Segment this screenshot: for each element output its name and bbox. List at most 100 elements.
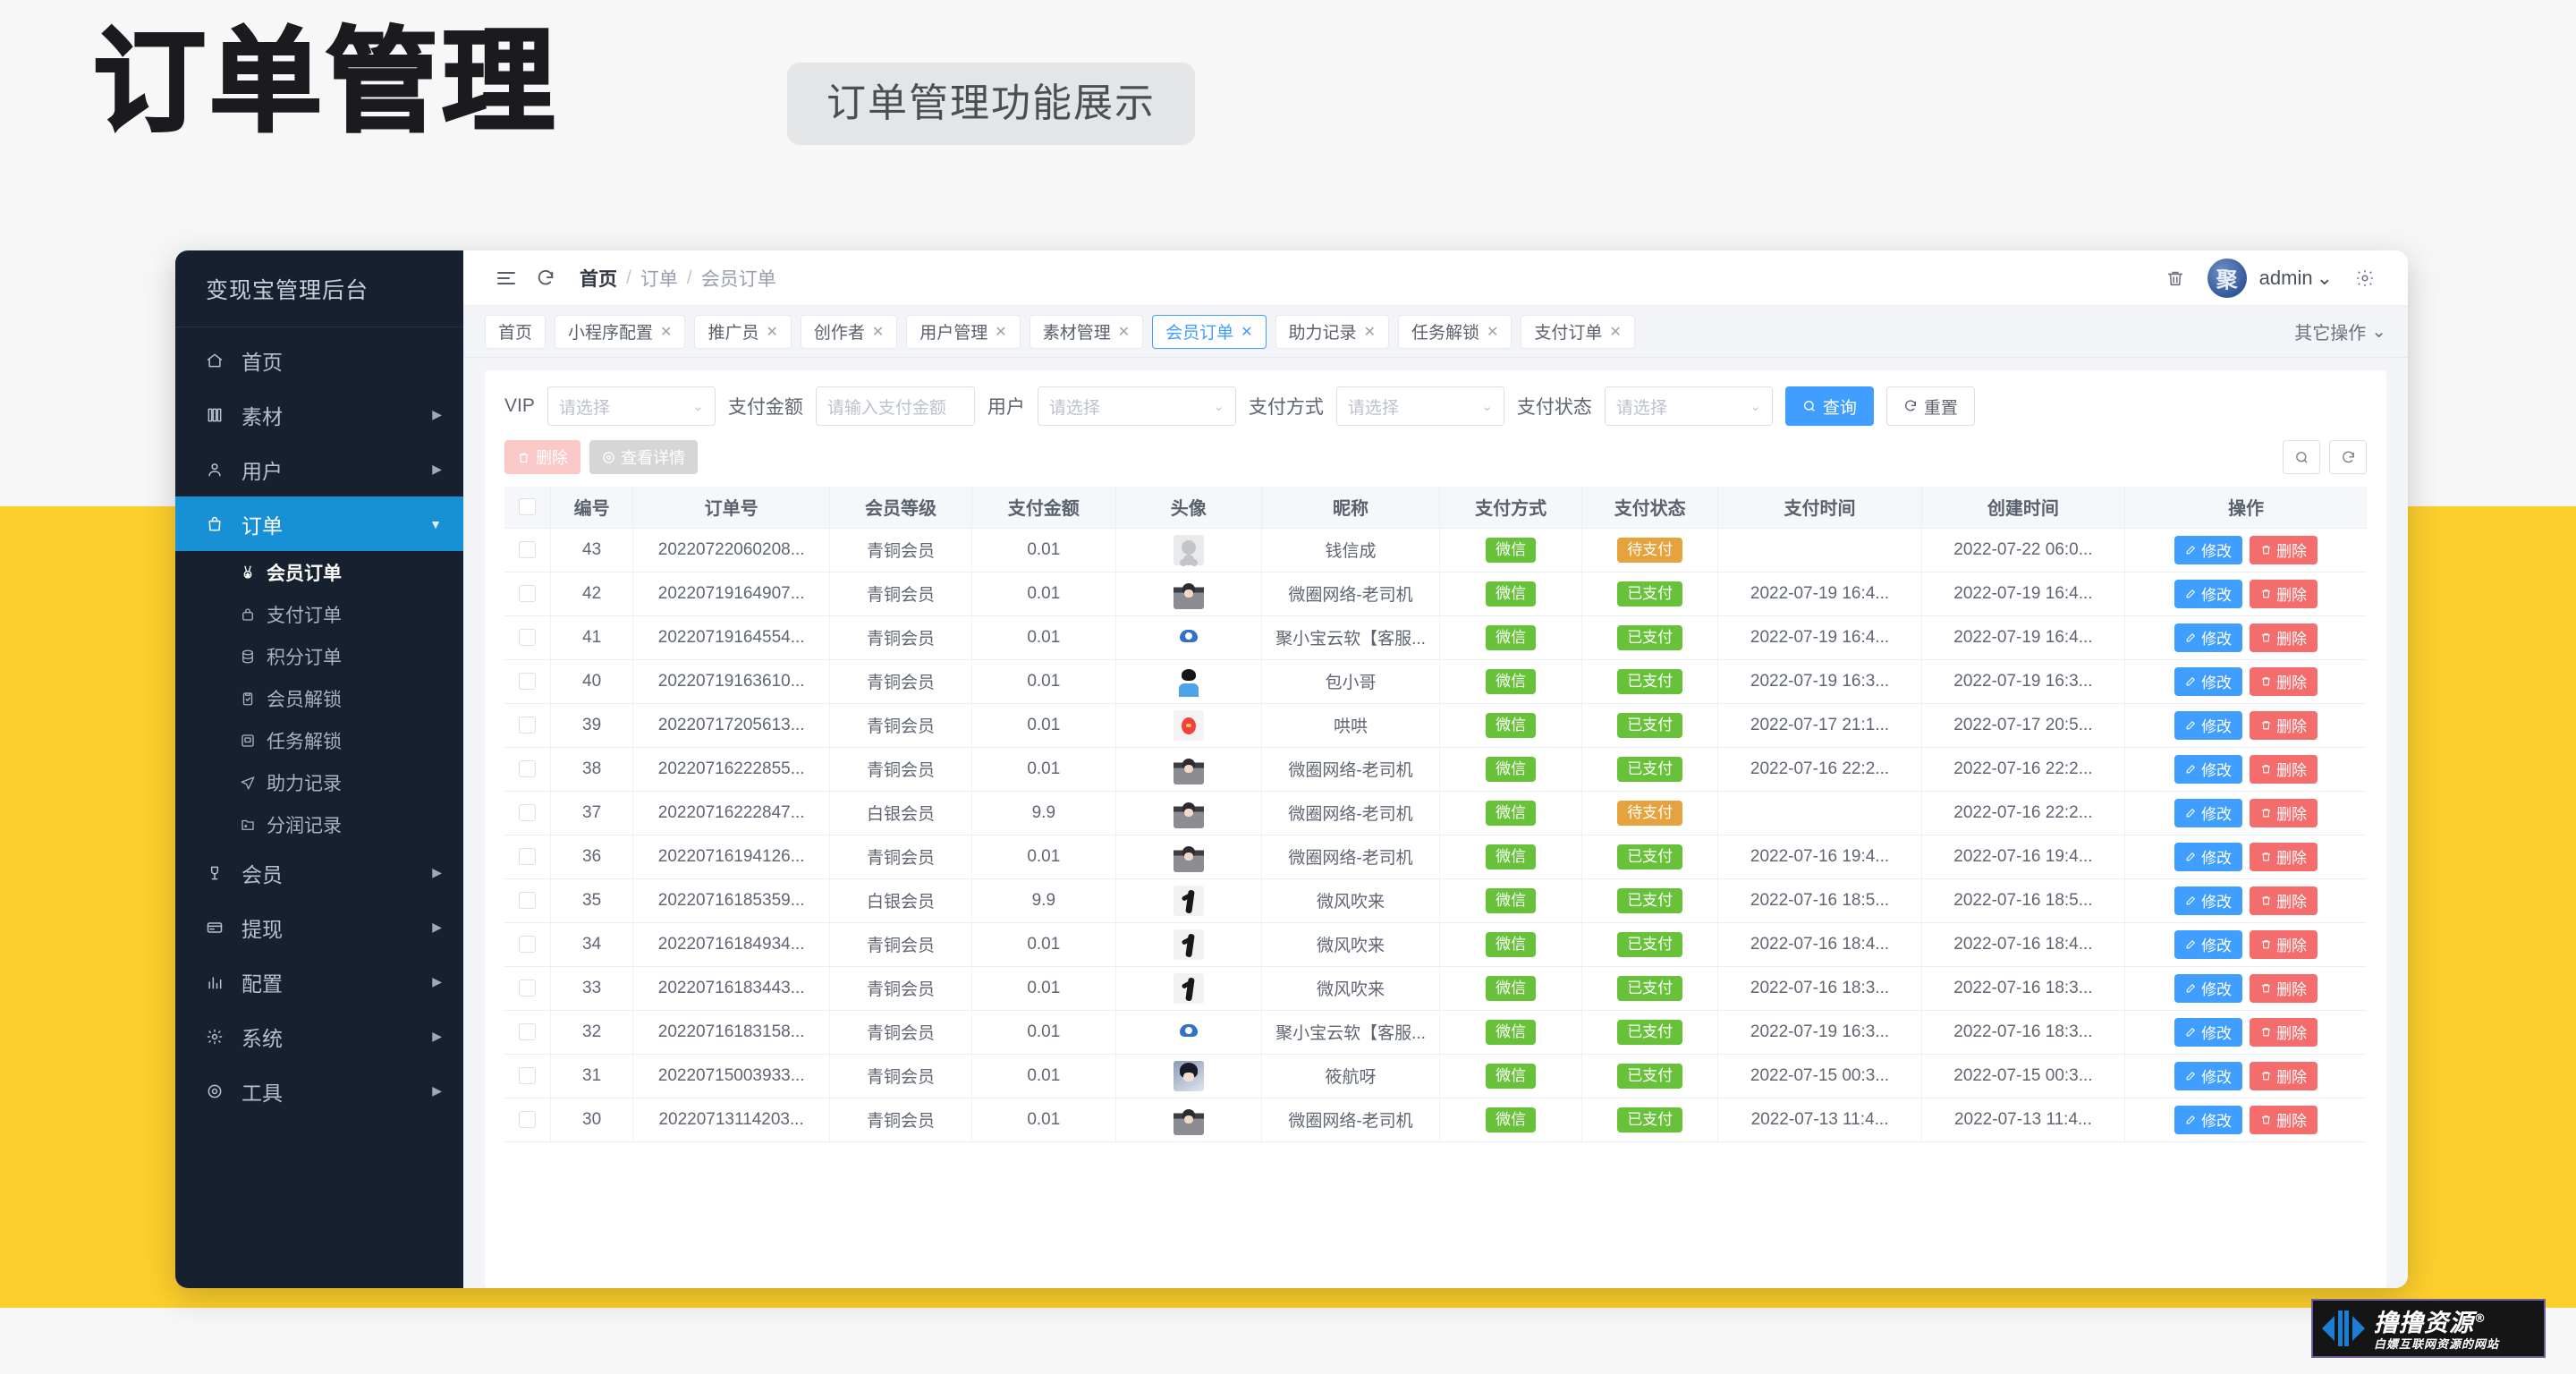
sidebar-subitem-6[interactable]: 分润记录 bbox=[175, 803, 463, 845]
tab-more-menu[interactable]: 其它操作 ⌄ bbox=[2294, 318, 2386, 344]
sidebar-subitem-2[interactable]: 积分订单 bbox=[175, 635, 463, 677]
sidebar-item-2[interactable]: 用户 ▶ bbox=[175, 442, 463, 496]
row-checkbox[interactable] bbox=[518, 672, 536, 690]
close-icon[interactable]: ✕ bbox=[872, 323, 884, 341]
refresh-icon[interactable] bbox=[526, 259, 565, 298]
tab-3[interactable]: 创作者 ✕ bbox=[800, 314, 898, 349]
table-row[interactable]: 33 20220716183443... 青铜会员 0.01 微风吹来 微信 已支付 2022… bbox=[504, 966, 2367, 1011]
row-checkbox-cell[interactable] bbox=[504, 835, 551, 879]
table-row[interactable]: 35 20220716185359... 白银会员 9.9 微风吹来 微信 已支付 2022-… bbox=[504, 878, 2367, 923]
close-icon[interactable]: ✕ bbox=[1364, 323, 1376, 341]
delete-button[interactable]: 删除 bbox=[2250, 535, 2318, 564]
tab-8[interactable]: 任务解锁 ✕ bbox=[1397, 314, 1513, 349]
hamburger-icon[interactable] bbox=[487, 259, 526, 298]
row-checkbox[interactable] bbox=[518, 584, 536, 602]
row-checkbox[interactable] bbox=[518, 716, 536, 734]
row-checkbox-cell[interactable] bbox=[504, 878, 551, 923]
row-checkbox[interactable] bbox=[518, 979, 536, 997]
tab-2[interactable]: 推广员 ✕ bbox=[694, 314, 792, 349]
edit-button[interactable]: 修改 bbox=[2174, 1017, 2243, 1047]
admin-menu[interactable]: admin ⌄ bbox=[2259, 267, 2333, 290]
breadcrumb-item-1[interactable]: 订单 bbox=[640, 265, 678, 292]
breadcrumb-item-2[interactable]: 会员订单 bbox=[701, 265, 776, 292]
table-row[interactable]: 40 20220719163610... 青铜会员 0.01 包小哥 微信 已支付 2022-… bbox=[504, 659, 2367, 704]
order-table-wrap[interactable]: 编号 订单号 会员等级 支付金额 头像 昵称 支付方式 支付状态 支付时间 创建时间 操作 43 20… bbox=[485, 487, 2386, 1288]
row-checkbox[interactable] bbox=[518, 540, 536, 558]
row-checkbox-cell[interactable] bbox=[504, 747, 551, 792]
edit-button[interactable]: 修改 bbox=[2174, 886, 2243, 915]
sidebar-subitem-4[interactable]: 任务解锁 bbox=[175, 719, 463, 761]
tab-1[interactable]: 小程序配置 ✕ bbox=[555, 314, 686, 349]
delete-button[interactable]: 删除 bbox=[2250, 710, 2318, 740]
row-checkbox-cell[interactable] bbox=[504, 966, 551, 1011]
bulk-delete-button[interactable]: 删除 bbox=[504, 440, 580, 474]
row-checkbox[interactable] bbox=[518, 935, 536, 953]
close-icon[interactable]: ✕ bbox=[660, 323, 672, 341]
close-icon[interactable]: ✕ bbox=[1241, 323, 1252, 341]
row-checkbox-cell[interactable] bbox=[504, 572, 551, 616]
sidebar-item-b1[interactable]: 提现 ▶ bbox=[175, 900, 463, 954]
sidebar-subitem-1[interactable]: 支付订单 bbox=[175, 593, 463, 635]
refresh-table-icon[interactable] bbox=[2329, 440, 2367, 474]
delete-button[interactable]: 删除 bbox=[2250, 798, 2318, 827]
row-checkbox-cell[interactable] bbox=[504, 1054, 551, 1098]
delete-button[interactable]: 删除 bbox=[2250, 973, 2318, 1003]
tab-0[interactable]: 首页 bbox=[485, 314, 547, 349]
edit-button[interactable]: 修改 bbox=[2174, 623, 2243, 652]
table-row[interactable]: 36 20220716194126... 青铜会员 0.01 微圈网络-老司机 微信 已支付… bbox=[504, 835, 2367, 879]
tab-4[interactable]: 用户管理 ✕ bbox=[906, 314, 1021, 349]
table-row[interactable]: 37 20220716222847... 白银会员 9.9 微圈网络-老司机 微信 待支付 2… bbox=[504, 791, 2367, 835]
edit-button[interactable]: 修改 bbox=[2174, 535, 2243, 564]
edit-button[interactable]: 修改 bbox=[2174, 929, 2243, 959]
close-icon[interactable]: ✕ bbox=[995, 323, 1006, 341]
filter-select-4[interactable]: 请选择 ⌄ bbox=[1604, 386, 1773, 426]
delete-button[interactable]: 删除 bbox=[2250, 579, 2318, 608]
close-icon[interactable]: ✕ bbox=[766, 323, 777, 341]
row-checkbox[interactable] bbox=[518, 759, 536, 777]
table-row[interactable]: 30 20220713114203... 青铜会员 0.01 微圈网络-老司机 微信 已支付… bbox=[504, 1098, 2367, 1142]
row-checkbox[interactable] bbox=[518, 847, 536, 865]
row-checkbox-cell[interactable] bbox=[504, 615, 551, 660]
delete-button[interactable]: 删除 bbox=[2250, 1017, 2318, 1047]
sidebar-subitem-0[interactable]: 会员订单 bbox=[175, 551, 463, 593]
filter-select-3[interactable]: 请选择 ⌄ bbox=[1335, 386, 1504, 426]
sidebar-item-1[interactable]: 素材 ▶ bbox=[175, 387, 463, 442]
edit-button[interactable]: 修改 bbox=[2174, 1105, 2243, 1134]
edit-button[interactable]: 修改 bbox=[2174, 666, 2243, 696]
search-button[interactable]: 查询 bbox=[1784, 386, 1874, 426]
sidebar-subitem-5[interactable]: 助力记录 bbox=[175, 761, 463, 803]
row-checkbox[interactable] bbox=[518, 1022, 536, 1040]
delete-button[interactable]: 删除 bbox=[2250, 842, 2318, 871]
table-row[interactable]: 43 20220722060208... 青铜会员 0.01 钱信成 微信 待支付 2022-… bbox=[504, 528, 2367, 572]
edit-button[interactable]: 修改 bbox=[2174, 710, 2243, 740]
row-checkbox-cell[interactable] bbox=[504, 528, 551, 572]
delete-button[interactable]: 删除 bbox=[2250, 754, 2318, 784]
row-checkbox-cell[interactable] bbox=[504, 922, 551, 967]
row-checkbox-cell[interactable] bbox=[504, 791, 551, 835]
sidebar-item-0[interactable]: 首页 bbox=[175, 333, 463, 387]
view-detail-button[interactable]: 查看详情 bbox=[589, 440, 698, 474]
edit-button[interactable]: 修改 bbox=[2174, 842, 2243, 871]
tab-7[interactable]: 助力记录 ✕ bbox=[1275, 314, 1389, 349]
delete-button[interactable]: 删除 bbox=[2250, 929, 2318, 959]
row-checkbox-cell[interactable] bbox=[504, 1098, 551, 1142]
sidebar-item-3[interactable]: 订单 ▼ bbox=[175, 496, 463, 551]
delete-button[interactable]: 删除 bbox=[2250, 1105, 2318, 1134]
tab-9[interactable]: 支付订单 ✕ bbox=[1521, 314, 1635, 349]
tab-5[interactable]: 素材管理 ✕ bbox=[1029, 314, 1144, 349]
delete-button[interactable]: 删除 bbox=[2250, 623, 2318, 652]
row-checkbox-cell[interactable] bbox=[504, 703, 551, 748]
table-row[interactable]: 41 20220719164554... 青铜会员 0.01 聚小宝云软【客服... 微信… bbox=[504, 615, 2367, 660]
row-checkbox[interactable] bbox=[518, 891, 536, 909]
select-all-checkbox[interactable] bbox=[518, 498, 536, 516]
trash-icon[interactable] bbox=[2156, 259, 2195, 298]
filter-input-1[interactable]: 请输入支付金额 bbox=[815, 386, 975, 426]
row-checkbox-cell[interactable] bbox=[504, 1010, 551, 1055]
table-row[interactable]: 32 20220716183158... 青铜会员 0.01 聚小宝云软【客服... 微信… bbox=[504, 1010, 2367, 1055]
select-all-header[interactable] bbox=[504, 487, 551, 529]
reset-button[interactable]: 重置 bbox=[1885, 386, 1975, 426]
table-row[interactable]: 42 20220719164907... 青铜会员 0.01 微圈网络-老司机 微信 已支付… bbox=[504, 572, 2367, 616]
sidebar-item-b2[interactable]: 配置 ▶ bbox=[175, 954, 463, 1009]
row-checkbox[interactable] bbox=[518, 628, 536, 646]
search-icon[interactable] bbox=[2283, 440, 2320, 474]
